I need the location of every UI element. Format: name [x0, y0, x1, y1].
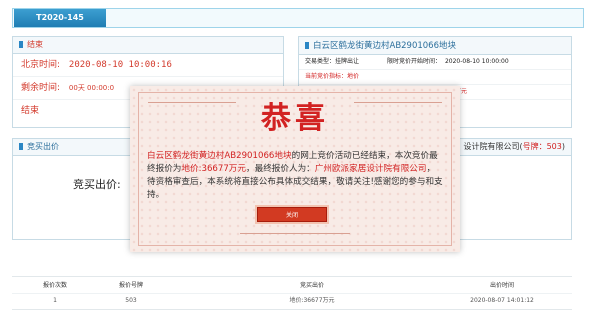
bid-table: 报价次数 报价号牌 竞买出价 出价时间 1 503 地价:36677万元 202… — [12, 276, 572, 310]
close-button[interactable]: 关闭 — [257, 207, 327, 222]
bidder-fragment: 设计院有限公司( — [463, 142, 523, 151]
remaining-time-value: 00天 00:00:0 — [68, 84, 115, 92]
beijing-time-row: 北京时间: 2020-08-10 10:00:16 — [13, 54, 283, 77]
lot-panel-header: 白云区鹤龙街黄边村AB2901066地块 — [299, 37, 571, 55]
lot-panel-title: 白云区鹤龙街黄边村AB2901066地块 — [313, 41, 457, 51]
beijing-time-label: 北京时间: — [21, 60, 61, 70]
row-time: 2020-08-07 14:01:12 — [470, 297, 534, 304]
row-count: 1 — [53, 297, 57, 304]
bid-table-header: 报价次数 报价号牌 竞买出价 出价时间 — [12, 279, 572, 294]
col-price: 竞买出价 — [299, 282, 324, 289]
bidder-info: 设计院有限公司(号牌：503) — [463, 139, 565, 155]
remaining-time-label: 剩余时间: — [21, 83, 61, 93]
bid-label: 竞买出价: — [73, 178, 121, 191]
bid-no-label: 号牌： — [522, 142, 547, 151]
col-plate: 报价号牌 — [118, 282, 143, 289]
dialog-heading: 恭喜 — [261, 101, 329, 136]
dialog-message: 白云区鹤龙街黄边村AB2901066地块的网上竞价活动已经结束，本次竞价最终报价… — [147, 150, 443, 202]
dialog-final-price: 地价:36677万元 — [181, 164, 246, 174]
indicator-value: 地价 — [347, 73, 360, 80]
dialog-lot-name: 白云区鹤龙街黄边村AB2901066地块 — [147, 151, 292, 161]
indicator-label: 当前竞价指标： — [305, 73, 348, 80]
status-panel-header: 结束 — [13, 37, 283, 54]
square-bullet-icon — [305, 42, 309, 49]
dialog-winner: 广州欧派家居设计院有限公司 — [314, 164, 427, 174]
indicator-row: 当前竞价指标：地价 — [299, 70, 571, 85]
table-row: 1 503 地价:36677万元 2020-08-07 14:01:12 — [12, 294, 572, 308]
trade-type-row: 交易类型：挂牌出让 限时竞价开始时间： 2020-08-10 10:00:00 — [299, 55, 571, 70]
dialog-text-2: ，最终报价人为： — [246, 164, 315, 174]
beijing-time-value: 2020-08-10 10:00:16 — [68, 60, 172, 70]
square-bullet-icon — [19, 143, 23, 150]
deadline-label: 限时竞价开始时间： — [386, 58, 441, 65]
bidder-close: ) — [561, 142, 565, 151]
auction-state: 结束 — [21, 106, 40, 116]
status-panel-title: 结束 — [27, 40, 43, 49]
trade-type-value: 挂牌出让 — [335, 58, 360, 65]
square-bullet-icon — [19, 41, 23, 48]
bid-panel-title: 竞买出价 — [27, 142, 59, 151]
row-price: 地价:36677万元 — [289, 297, 335, 304]
trade-type-label: 交易类型： — [305, 58, 336, 65]
bid-no-value: 503 — [546, 142, 562, 151]
col-count: 报价次数 — [42, 282, 67, 289]
deadline-value: 2020-08-10 10:00:00 — [444, 58, 509, 65]
col-time: 出价时间 — [489, 282, 514, 289]
row-plate: 503 — [125, 297, 137, 304]
auction-code-tab[interactable]: T2020-145 — [14, 9, 106, 27]
ornament-line-bottom — [240, 233, 350, 234]
